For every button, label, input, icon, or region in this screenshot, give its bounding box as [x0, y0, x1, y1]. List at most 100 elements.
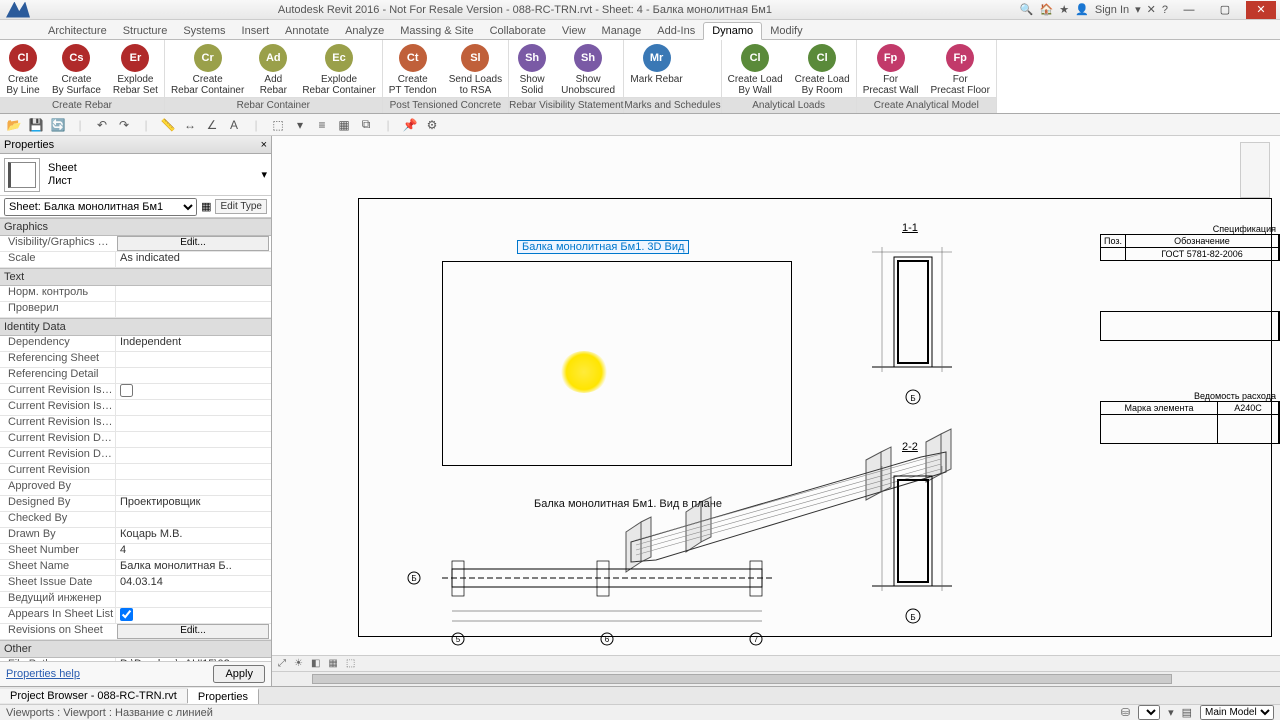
undo-icon[interactable]: ↶ — [94, 118, 110, 132]
sync-icon[interactable]: 🔄 — [50, 118, 66, 132]
prop-group-header[interactable]: Graphics — [0, 218, 271, 236]
prop-row[interactable]: Visibility/Graphics Ove..Edit... — [0, 236, 271, 252]
rebar-consumption-table[interactable]: Марка элементаА240С — [1100, 401, 1280, 444]
open-icon[interactable]: 📂 — [6, 118, 22, 132]
favorite-icon[interactable]: ★ — [1059, 3, 1069, 16]
properties-list[interactable]: GraphicsVisibility/Graphics Ove..Edit...… — [0, 218, 271, 661]
pin-icon[interactable]: 📌 — [402, 118, 418, 132]
edit-button[interactable]: Edit... — [117, 236, 269, 251]
edit-type-button[interactable]: Edit Type — [215, 199, 267, 214]
3d-icon[interactable]: ⬚ — [270, 118, 286, 132]
angle-icon[interactable]: ∠ — [204, 118, 220, 132]
tab-architecture[interactable]: Architecture — [40, 23, 115, 39]
tab-collaborate[interactable]: Collaborate — [482, 23, 554, 39]
ribbon-create-pt-tendon[interactable]: CtCreate PT Tendon — [383, 40, 443, 97]
prop-checkbox[interactable] — [120, 384, 133, 397]
tab-massing-site[interactable]: Massing & Site — [392, 23, 481, 39]
tab-annotate[interactable]: Annotate — [277, 23, 337, 39]
sheet-canvas[interactable]: Балка монолитная Бм1. 3D Вид — [272, 136, 1280, 655]
ribbon-for-precast-wall[interactable]: FpFor Precast Wall — [857, 40, 925, 97]
tab-systems[interactable]: Systems — [175, 23, 233, 39]
chevron-down-icon[interactable]: ▾ — [261, 168, 267, 181]
viewport-section-1[interactable]: 1-1 Б — [822, 222, 992, 422]
prop-row[interactable]: Referencing Detail — [0, 368, 271, 384]
thin-lines-icon[interactable]: ≡ — [314, 118, 330, 132]
prop-row[interactable]: Проверил — [0, 302, 271, 318]
prop-row[interactable]: Current Revision — [0, 464, 271, 480]
switch-window-icon[interactable]: ⧉ — [358, 117, 374, 132]
properties-close-icon[interactable]: × — [261, 139, 267, 151]
prop-row[interactable]: Current Revision Date — [0, 432, 271, 448]
view3d-title[interactable]: Балка монолитная Бм1. 3D Вид — [517, 240, 689, 254]
save-icon[interactable]: 💾 — [28, 118, 44, 132]
instance-select[interactable]: Sheet: Балка монолитная Бм1 — [4, 198, 197, 216]
ribbon-create-by-surface[interactable]: CsCreate By Surface — [46, 40, 107, 97]
options-icon[interactable]: ⚙ — [424, 118, 440, 132]
minimize-button[interactable]: — — [1174, 1, 1204, 19]
recent-icon[interactable]: 🏠 — [1040, 3, 1054, 16]
section-icon[interactable]: ▾ — [292, 118, 308, 132]
view-cube[interactable] — [1240, 142, 1270, 198]
prop-row[interactable]: Revisions on SheetEdit... — [0, 624, 271, 640]
ribbon-create-rebar-container[interactable]: CrCreate Rebar Container — [165, 40, 250, 97]
tab-project-browser[interactable]: Project Browser - 088-RC-TRN.rvt — [0, 689, 188, 703]
prop-row[interactable]: Норм. контроль — [0, 286, 271, 302]
apply-button[interactable]: Apply — [213, 665, 265, 683]
selection-icon[interactable]: ▤ — [1182, 706, 1192, 719]
spec-table-2[interactable] — [1100, 311, 1280, 341]
ribbon-create-load-by-wall[interactable]: ClCreate Load By Wall — [722, 40, 789, 97]
redo-icon[interactable]: ↷ — [116, 118, 132, 132]
text-icon[interactable]: A — [226, 118, 242, 132]
user-icon[interactable]: 👤 — [1075, 3, 1089, 16]
ribbon-explode-rebar-container[interactable]: EcExplode Rebar Container — [296, 40, 381, 97]
exchange-icon[interactable]: ✕ — [1147, 3, 1156, 16]
maximize-button[interactable]: ▢ — [1210, 1, 1240, 19]
filter-icon[interactable]: ▦ — [201, 200, 211, 213]
prop-row[interactable]: Checked By — [0, 512, 271, 528]
ribbon-for-precast-floor[interactable]: FpFor Precast Floor — [924, 40, 995, 97]
ribbon-mark-rebar-[interactable]: MrMark Rebar — [624, 40, 688, 97]
type-selector[interactable]: Sheet Лист ▾ — [0, 154, 271, 196]
prop-row[interactable]: Sheet NameБалка монолитная Б.. — [0, 560, 271, 576]
tab-modify[interactable]: Modify — [762, 23, 810, 39]
ribbon-add-rebar[interactable]: AdAdd Rebar — [250, 40, 296, 97]
tab-insert[interactable]: Insert — [234, 23, 278, 39]
prop-row[interactable]: Current Revision Issued — [0, 384, 271, 400]
prop-row[interactable]: Sheet Number4 — [0, 544, 271, 560]
properties-help-link[interactable]: Properties help — [6, 668, 80, 680]
signin-link[interactable]: Sign In — [1095, 4, 1129, 16]
prop-row[interactable]: Approved By — [0, 480, 271, 496]
ribbon-send-loads-to-rsa[interactable]: SlSend Loads to RSA — [443, 40, 508, 97]
tab-structure[interactable]: Structure — [115, 23, 176, 39]
prop-row[interactable]: Current Revision Descr.. — [0, 448, 271, 464]
tab-manage[interactable]: Manage — [594, 23, 650, 39]
prop-row[interactable]: Referencing Sheet — [0, 352, 271, 368]
edit-button[interactable]: Edit... — [117, 624, 269, 639]
tab-view[interactable]: View — [554, 23, 594, 39]
prop-row[interactable]: Appears In Sheet List — [0, 608, 271, 624]
align-icon[interactable]: ↔ — [182, 118, 198, 132]
prop-row[interactable]: Designed ByПроектировщик — [0, 496, 271, 512]
prop-row[interactable]: Current Revision Issue.. — [0, 416, 271, 432]
ribbon-show-unobscured[interactable]: ShShow Unobscured — [555, 40, 621, 97]
prop-row[interactable]: Ведущий инженер — [0, 592, 271, 608]
chevron-down-icon[interactable]: ▾ — [1135, 3, 1141, 16]
tab-properties[interactable]: Properties — [188, 688, 259, 704]
ribbon-create-by-line[interactable]: ClCreate By Line — [0, 40, 46, 97]
detail-icon[interactable]: ☀ — [294, 658, 303, 669]
viewport-section-2[interactable]: 2-2 Б — [822, 441, 992, 641]
main-model-select[interactable]: Main Model — [1200, 705, 1274, 720]
prop-group-header[interactable]: Text — [0, 268, 271, 286]
tab-analyze[interactable]: Analyze — [337, 23, 392, 39]
viewport-plan[interactable]: 5 6 7 Б — [402, 521, 798, 651]
horizontal-scrollbar[interactable] — [272, 671, 1280, 686]
prop-group-header[interactable]: Other — [0, 640, 271, 658]
tab-add-ins[interactable]: Add-Ins — [649, 23, 703, 39]
search-icon[interactable]: 🔍 — [1020, 3, 1034, 16]
close-views-icon[interactable]: ▦ — [336, 118, 352, 132]
prop-row[interactable]: Drawn ByКоцарь М.В. — [0, 528, 271, 544]
prop-group-header[interactable]: Identity Data — [0, 318, 271, 336]
view-control-bar[interactable]: ⤢ ☀ ◧▦⬚ — [272, 655, 1280, 671]
prop-checkbox[interactable] — [120, 608, 133, 621]
worksets-icon[interactable]: ⛁ — [1121, 706, 1130, 719]
